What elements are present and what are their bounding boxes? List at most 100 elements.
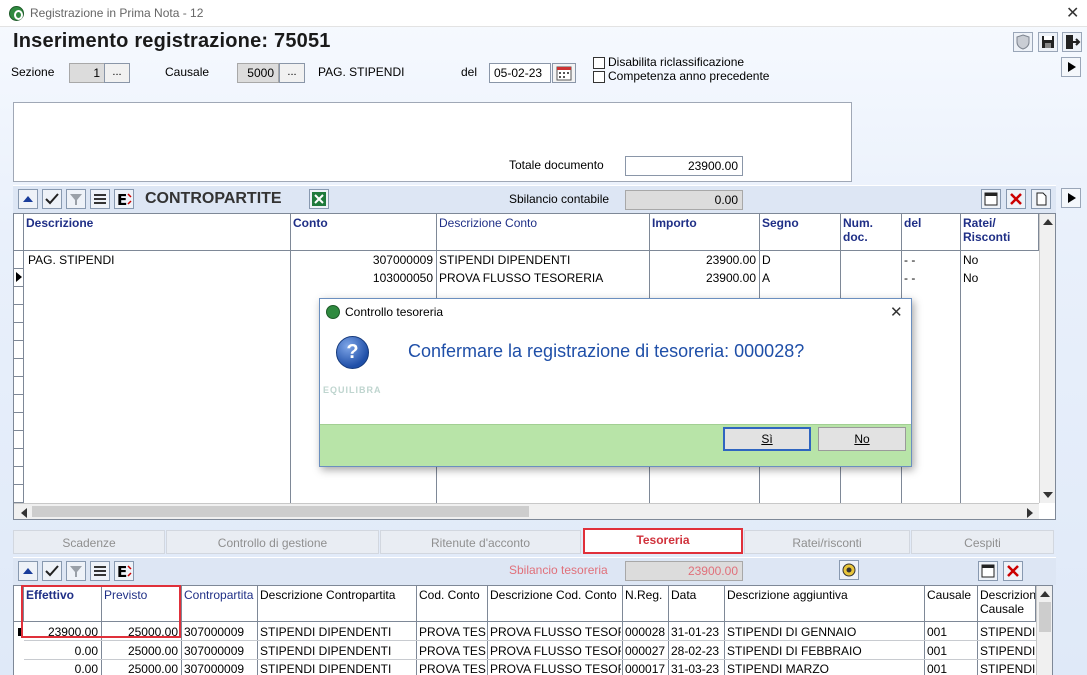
move-up-icon[interactable] bbox=[18, 561, 38, 581]
list-settings-icon[interactable] bbox=[90, 561, 110, 581]
table-row[interactable]: 103000050 PROVA FLUSSO TESORERIA 23900.0… bbox=[24, 270, 1039, 288]
gear-coins-icon[interactable] bbox=[839, 560, 859, 580]
new-document-icon[interactable] bbox=[1031, 189, 1051, 209]
column-header[interactable]: Contropartita bbox=[182, 586, 258, 622]
cell-nreg: 000027 bbox=[625, 644, 666, 658]
cell-descrizione: PAG. STIPENDI bbox=[28, 253, 115, 267]
column-header[interactable]: del bbox=[902, 214, 961, 251]
cell-ratei: No bbox=[963, 271, 979, 285]
list-settings-icon[interactable] bbox=[90, 189, 110, 209]
cell-data: 28-02-23 bbox=[671, 644, 720, 658]
dialog-title: Controllo tesoreria bbox=[345, 305, 444, 319]
cell-previsto: 25000.00 bbox=[127, 644, 178, 658]
header-expand-arrow-icon[interactable] bbox=[1061, 57, 1081, 77]
dialog-close-button[interactable]: ✕ bbox=[890, 303, 903, 321]
window-icon[interactable] bbox=[981, 189, 1001, 209]
move-up-icon[interactable] bbox=[18, 189, 38, 209]
tab-tesoreria[interactable]: Tesoreria bbox=[583, 528, 743, 554]
tesoreria-vertical-scrollbar[interactable] bbox=[1036, 586, 1052, 675]
column-header[interactable]: Cod. Conto bbox=[417, 586, 488, 622]
column-header[interactable]: Descrizione Cod. Conto bbox=[488, 586, 623, 622]
tab-controllo-di-gestione[interactable]: Controllo di gestione bbox=[166, 530, 379, 554]
scrollbar-thumb[interactable] bbox=[32, 506, 529, 517]
calendar-icon[interactable] bbox=[552, 63, 576, 83]
column-header[interactable]: Data bbox=[669, 586, 725, 622]
tab-cespiti[interactable]: Cespiti bbox=[911, 530, 1054, 554]
sezione-browse-button[interactable]: ... bbox=[104, 63, 130, 83]
sezione-label: Sezione bbox=[11, 65, 55, 79]
column-header[interactable]: Descrizione aggiuntiva bbox=[725, 586, 925, 622]
contropartite-horizontal-scrollbar[interactable] bbox=[14, 503, 1039, 519]
competenza-anno-checkbox[interactable] bbox=[593, 71, 605, 83]
column-header[interactable]: Num. doc. bbox=[841, 214, 902, 251]
filter-icon[interactable] bbox=[66, 189, 86, 209]
cell-effettivo: 0.00 bbox=[74, 662, 98, 675]
cell-effettivo: 0.00 bbox=[74, 644, 98, 658]
cell-data: 31-03-23 bbox=[671, 662, 720, 675]
sezione-field[interactable]: 1 bbox=[69, 63, 105, 83]
sbilancio-contabile-field: 0.00 bbox=[625, 190, 743, 210]
contropartite-vertical-scrollbar[interactable] bbox=[1039, 214, 1055, 503]
tab-ratei-risconti[interactable]: Ratei/risconti bbox=[744, 530, 910, 554]
cell-previsto: 25000.00 bbox=[127, 662, 178, 675]
page-title: Inserimento registrazione: 75051 bbox=[13, 30, 331, 52]
excel-icon[interactable] bbox=[309, 189, 329, 209]
window-close-button[interactable]: ✕ bbox=[1066, 3, 1079, 23]
column-header[interactable]: Segno bbox=[760, 214, 841, 251]
edit-check-icon[interactable] bbox=[42, 189, 62, 209]
date-field[interactable]: 05-02-23 bbox=[489, 63, 551, 83]
table-row[interactable]: 0.00 25000.00 307000009 STIPENDI DIPENDE… bbox=[24, 660, 1036, 675]
yes-button[interactable]: Sì bbox=[723, 427, 811, 451]
table-row[interactable]: PAG. STIPENDI 307000009 STIPENDI DIPENDE… bbox=[24, 252, 1039, 270]
cell-importo: 23900.00 bbox=[705, 253, 756, 267]
cell-contropartita: 307000009 bbox=[184, 625, 245, 639]
contropartite-title: CONTROPARTITE bbox=[145, 190, 282, 207]
scrollbar-thumb[interactable] bbox=[1039, 602, 1051, 632]
column-header[interactable]: Conto bbox=[291, 214, 437, 251]
cell-descrizione-aggiuntiva: STIPENDI MARZO bbox=[727, 662, 830, 675]
cell-nreg: 000017 bbox=[625, 662, 666, 675]
save-icon[interactable] bbox=[1038, 32, 1058, 52]
cell-data: 31-01-23 bbox=[671, 625, 720, 639]
window-icon[interactable] bbox=[978, 561, 998, 581]
tab-scadenze[interactable]: Scadenze bbox=[13, 530, 165, 554]
cell-descrizione-cod-conto: PROVA FLUSSO TESOR bbox=[490, 625, 621, 639]
cell-causale: 001 bbox=[927, 625, 948, 639]
shield-icon[interactable] bbox=[1013, 32, 1033, 52]
causale-field[interactable]: 5000 bbox=[237, 63, 279, 83]
totale-documento-field[interactable]: 23900.00 bbox=[625, 156, 743, 176]
edit-check-icon[interactable] bbox=[42, 561, 62, 581]
contropartite-expand-arrow-icon[interactable] bbox=[1061, 188, 1081, 208]
disabilita-riclassificazione-label: Disabilita riclassificazione bbox=[608, 55, 745, 69]
tab-ritenute-d-acconto[interactable]: Ritenute d'acconto bbox=[380, 530, 581, 554]
causale-browse-button[interactable]: ... bbox=[279, 63, 305, 83]
sbilancio-contabile-label: Sbilancio contabile bbox=[509, 192, 610, 206]
cell-descrizione-contropartita: STIPENDI DIPENDENTI bbox=[260, 644, 392, 658]
cell-cod-conto: PROVA TESO bbox=[419, 662, 486, 675]
no-button[interactable]: No bbox=[818, 427, 906, 451]
column-header[interactable]: Descrizione Contropartita bbox=[258, 586, 417, 622]
yes-button-label: Sì bbox=[761, 432, 773, 446]
column-header[interactable]: Descrizione bbox=[24, 214, 291, 251]
exit-icon[interactable] bbox=[1062, 32, 1082, 52]
filter-icon[interactable] bbox=[66, 561, 86, 581]
column-header[interactable]: Importo bbox=[650, 214, 760, 251]
column-header[interactable]: Descrizione Conto bbox=[437, 214, 650, 251]
column-header[interactable]: Descrizione Causale bbox=[978, 586, 1036, 622]
export-e-icon[interactable]: E bbox=[114, 189, 134, 209]
column-header[interactable]: Ratei/ Risconti bbox=[961, 214, 1039, 251]
export-e-icon[interactable]: E bbox=[114, 561, 134, 581]
cell-descrizione-contropartita: STIPENDI DIPENDENTI bbox=[260, 662, 392, 675]
no-button-label: No bbox=[854, 432, 870, 446]
svg-text:E: E bbox=[117, 563, 127, 580]
cell-ratei: No bbox=[963, 253, 979, 267]
cell-segno: D bbox=[762, 253, 771, 267]
column-header[interactable]: N.Reg. bbox=[623, 586, 669, 622]
cell-descrizione-causale: STIPENDI bbox=[980, 644, 1036, 658]
column-header[interactable]: Causale bbox=[925, 586, 978, 622]
date-label: del bbox=[461, 65, 478, 79]
delete-icon[interactable] bbox=[1006, 189, 1026, 209]
delete-icon[interactable] bbox=[1003, 561, 1023, 581]
table-row[interactable]: 0.00 25000.00 307000009 STIPENDI DIPENDE… bbox=[24, 641, 1036, 660]
disabilita-riclassificazione-checkbox[interactable] bbox=[593, 57, 605, 69]
